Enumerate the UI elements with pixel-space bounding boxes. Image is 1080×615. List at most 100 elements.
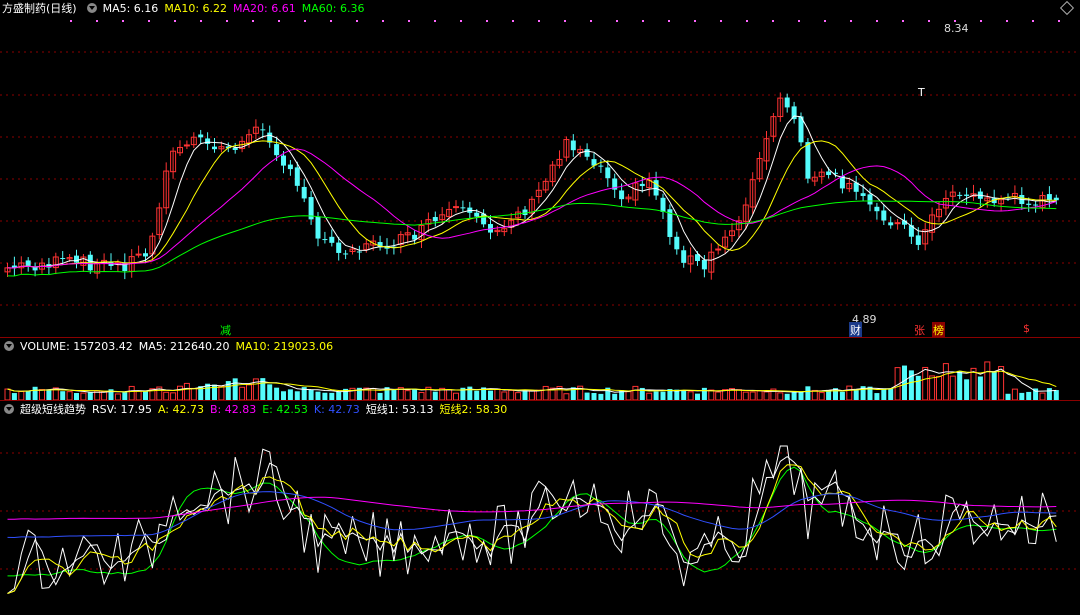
marker-t[interactable]: T — [918, 86, 925, 99]
signal-dot — [798, 20, 800, 22]
candle-down — [1053, 197, 1059, 201]
signal-dot — [278, 20, 280, 22]
oscillator-panel[interactable]: 超级短线趋势 RSV: 17.95 A: 42.73 B: 42.83 E: 4… — [0, 401, 1080, 615]
volume-bar — [715, 391, 722, 400]
volume-bar — [805, 386, 811, 400]
candle-down — [805, 142, 811, 179]
candle-up — [135, 253, 142, 256]
volume-bar — [701, 387, 707, 400]
signal-dot — [486, 20, 488, 22]
marker-jian[interactable]: 减 — [220, 322, 231, 338]
volume-bar — [101, 391, 108, 400]
volume-bar — [474, 390, 480, 400]
volume-bar — [190, 387, 197, 400]
candlestick-chart[interactable] — [0, 0, 1080, 337]
volume-bar — [964, 379, 970, 400]
volume-bar — [535, 389, 542, 400]
a-line — [7, 464, 1057, 594]
price-panel[interactable]: 方盛制药(日线) MA5: 6.16 MA10: 6.22 MA20: 6.61… — [0, 0, 1080, 338]
volume-bar — [122, 392, 128, 400]
candle-down — [260, 129, 266, 131]
candle-down — [584, 149, 590, 157]
vol-ma5-label: MA5: 212640.20 — [138, 339, 230, 353]
volume-bar — [756, 390, 763, 400]
volume-bar — [322, 392, 328, 400]
volume-bar — [391, 389, 397, 400]
candle-down — [1026, 203, 1032, 205]
candle-down — [315, 216, 321, 239]
volume-bar — [625, 391, 632, 400]
marker-bang[interactable]: 榜 — [932, 322, 945, 338]
candle-down — [143, 253, 148, 257]
volume-bar — [87, 392, 93, 400]
volume-bar — [501, 391, 508, 400]
candle-down — [881, 210, 887, 221]
marker-zhang[interactable]: 张 — [914, 322, 925, 338]
volume-bar — [522, 390, 528, 400]
volume-bar — [467, 386, 473, 400]
volume-bar — [32, 386, 38, 400]
volume-bar — [11, 393, 17, 400]
volume-bar — [846, 385, 853, 400]
signal-dot — [850, 20, 852, 22]
volume-bar — [446, 389, 453, 400]
volume-header: VOLUME: 157203.42 MA5: 212640.20 MA10: 2… — [0, 338, 339, 354]
signal-dot — [226, 20, 228, 22]
volume-bar — [267, 384, 273, 400]
volume-bar — [881, 388, 887, 400]
volume-bar — [984, 361, 991, 400]
candle-down — [570, 140, 576, 151]
candle-down — [639, 183, 645, 187]
volume-bar — [239, 386, 246, 400]
osc-header: 超级短线趋势 RSV: 17.95 A: 42.73 B: 42.83 E: 4… — [0, 401, 513, 417]
a-label: A: 42.73 — [157, 402, 204, 416]
volume-bar — [777, 392, 784, 400]
volume-panel[interactable]: VOLUME: 157203.42 MA5: 212640.20 MA10: 2… — [0, 338, 1080, 400]
candle-up — [715, 248, 722, 251]
volume-bar — [418, 392, 425, 400]
collapse-icon[interactable] — [86, 3, 97, 13]
marker-dollar[interactable]: $ — [1023, 322, 1030, 335]
signal-dot — [694, 20, 696, 22]
volume-bar — [528, 390, 535, 400]
signal-dot — [720, 20, 722, 22]
signal-dot — [252, 20, 254, 22]
candle-down — [1033, 204, 1039, 206]
volume-bar — [811, 389, 818, 400]
volume-bar — [274, 387, 280, 400]
ma5-label: MA5: 6.16 — [102, 1, 159, 15]
volume-bar — [39, 389, 45, 400]
signal-dot — [876, 20, 878, 22]
signal-dot — [590, 20, 592, 22]
volume-bar — [763, 391, 770, 400]
candle-up — [453, 206, 459, 209]
volume-bar — [336, 391, 342, 400]
candle-down — [343, 253, 349, 255]
candle-down — [301, 186, 307, 199]
ma10-label: MA10: 6.22 — [164, 1, 228, 15]
volume-bar — [915, 375, 921, 400]
volume-bar — [143, 390, 148, 400]
volume-bar — [970, 367, 977, 400]
volume-bar — [1039, 392, 1046, 400]
collapse-icon[interactable] — [4, 404, 14, 414]
signal-dot — [1058, 20, 1060, 22]
candle-down — [336, 242, 342, 253]
volume-bar — [908, 370, 914, 400]
volume-bar — [294, 391, 300, 400]
volume-bar — [888, 388, 894, 400]
volume-bar — [170, 392, 177, 400]
candle-down — [598, 165, 604, 167]
signal-dot — [174, 20, 176, 22]
volume-bar — [287, 389, 293, 400]
oscillator-chart[interactable] — [0, 401, 1080, 615]
volume-bar — [18, 391, 25, 400]
marker-cai[interactable]: 财 — [849, 322, 862, 338]
candle-down — [274, 144, 280, 156]
signal-dot — [1006, 20, 1008, 22]
volume-bar — [942, 363, 949, 400]
vol-ma10-label: MA10: 219023.06 — [235, 339, 334, 353]
candle-down — [322, 239, 328, 241]
signal-dot — [148, 20, 150, 22]
collapse-icon[interactable] — [4, 341, 14, 351]
